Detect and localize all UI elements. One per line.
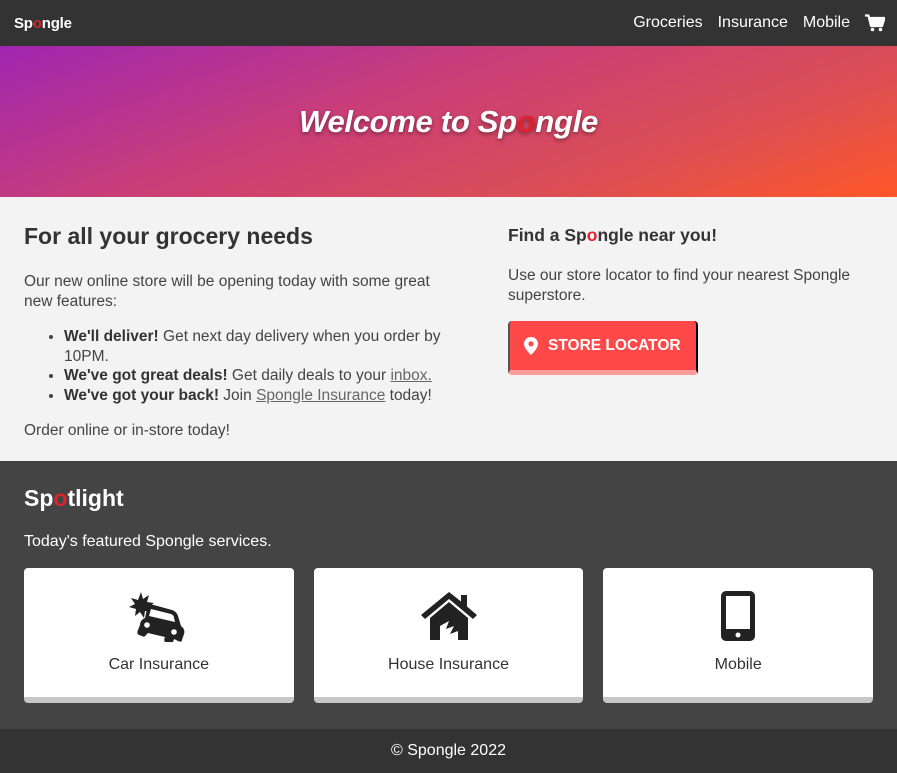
- spongle-insurance-link[interactable]: Spongle Insurance: [256, 387, 385, 404]
- feature-text-after: today!: [385, 386, 432, 404]
- inbox-link[interactable]: inbox.: [390, 367, 431, 384]
- map-pin-icon: [524, 336, 538, 355]
- feature-item-deals: We've got great deals! Get daily deals t…: [64, 366, 484, 386]
- card-mobile[interactable]: Mobile: [603, 567, 874, 703]
- hero-banner: Welcome to Spongle: [0, 46, 897, 197]
- brand-text-pre: Sp: [14, 14, 33, 32]
- hero-title-pre: Welcome to Sp: [299, 103, 517, 139]
- nav-links: Groceries Insurance Mobile: [633, 14, 886, 32]
- spotlight-title: Spotlight: [24, 485, 873, 512]
- house-damage-icon: [420, 588, 477, 644]
- main-content: For all your grocery needs Our new onlin…: [0, 197, 897, 461]
- service-cards: Car Insurance House Insurance Mobile: [24, 567, 874, 703]
- car-crash-icon: [128, 588, 190, 644]
- hero-title: Welcome to Spongle: [299, 104, 598, 140]
- hero-title-post: ngle: [535, 103, 598, 139]
- spotlight-section: Spotlight Today's featured Spongle servi…: [0, 461, 897, 729]
- store-locator-section: Find a Spongle near you! Use our store l…: [484, 223, 873, 461]
- locator-heading-post: ngle near you!: [597, 225, 718, 245]
- grocery-outro: Order online or in-store today!: [24, 422, 230, 439]
- locator-heading-o: o: [586, 225, 598, 245]
- card-label: House Insurance: [388, 655, 509, 673]
- feature-text: Join: [219, 386, 257, 404]
- locator-heading: Find a Spongle near you!: [508, 225, 873, 246]
- feature-bold: We've got your back!: [64, 386, 219, 404]
- mobile-phone-icon: [721, 588, 756, 644]
- navbar: Spongle Groceries Insurance Mobile: [0, 0, 897, 46]
- feature-list: We'll deliver! Get next day delivery whe…: [64, 327, 484, 405]
- grocery-intro: Our new online store will be opening tod…: [24, 273, 430, 310]
- grocery-section: For all your grocery needs Our new onlin…: [24, 223, 484, 461]
- card-car-insurance[interactable]: Car Insurance: [24, 567, 294, 703]
- spotlight-title-o: o: [53, 485, 68, 511]
- nav-link-groceries[interactable]: Groceries: [633, 14, 702, 32]
- card-label: Mobile: [714, 655, 762, 673]
- feature-bold: We've got great deals!: [64, 367, 228, 384]
- brand-logo[interactable]: Spongle: [14, 15, 72, 32]
- spotlight-subtitle: Today's featured Spongle services.: [24, 533, 272, 550]
- store-locator-label: STORE LOCATOR: [548, 336, 681, 354]
- nav-link-mobile[interactable]: Mobile: [803, 14, 850, 32]
- locator-text: Use our store locator to find your neare…: [508, 267, 851, 304]
- grocery-heading: For all your grocery needs: [24, 223, 313, 249]
- footer: © Spongle 2022: [0, 729, 897, 773]
- shopping-cart-icon[interactable]: [865, 14, 886, 32]
- card-label: Car Insurance: [108, 655, 210, 673]
- card-house-insurance[interactable]: House Insurance: [313, 567, 584, 703]
- brand-text-post: ngle: [41, 14, 72, 32]
- footer-copyright: © Spongle 2022: [391, 742, 506, 759]
- nav-link-insurance[interactable]: Insurance: [718, 14, 788, 32]
- spotlight-title-post: tlight: [67, 485, 124, 511]
- brand-text-o: o: [32, 14, 42, 32]
- feature-item-delivery: We'll deliver! Get next day delivery whe…: [64, 327, 484, 366]
- feature-item-insurance: We've got your back! Join Spongle Insura…: [64, 386, 484, 406]
- feature-text: Get daily deals to your: [227, 367, 391, 384]
- store-locator-button[interactable]: STORE LOCATOR: [508, 321, 698, 375]
- spotlight-title-pre: Sp: [24, 485, 54, 511]
- feature-bold: We'll deliver!: [64, 328, 159, 345]
- hero-title-o: o: [516, 103, 536, 139]
- locator-heading-pre: Find a Sp: [508, 225, 587, 245]
